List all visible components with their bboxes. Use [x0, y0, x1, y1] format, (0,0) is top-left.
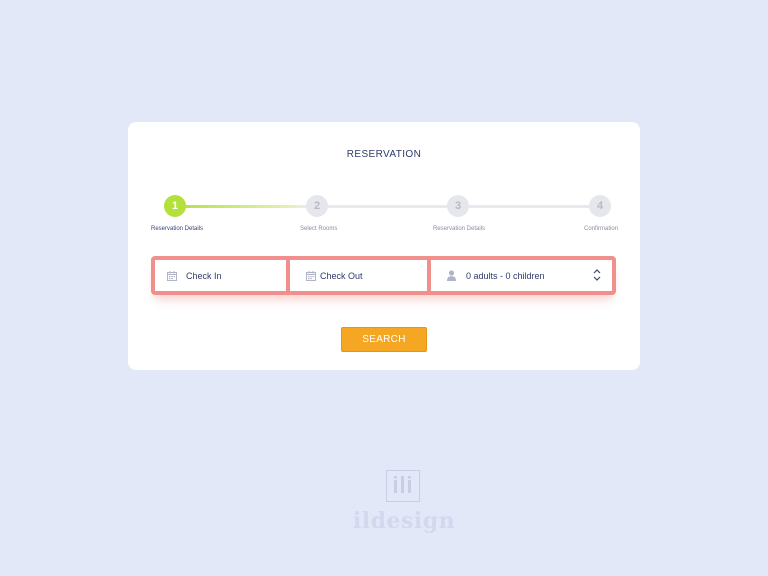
stepper-progress	[175, 205, 301, 208]
step-3-circle[interactable]: 3	[447, 195, 469, 217]
search-button[interactable]: SEARCH	[341, 327, 427, 352]
step-4-circle[interactable]: 4	[589, 195, 611, 217]
calendar-icon	[165, 269, 179, 283]
step-1-circle[interactable]: 1	[164, 195, 186, 217]
step-4-label: Confirmation	[584, 226, 619, 232]
page-title: RESERVATION	[346, 149, 422, 160]
check-in-field[interactable]: Check In	[155, 260, 286, 291]
step-3-label: Reservation Details	[433, 226, 486, 232]
logo-wordmark: ildesign	[352, 508, 456, 534]
reservation-form: Check In Check Out 0 adults - 0 children	[151, 256, 616, 295]
step-2-label: Select Rooms	[300, 226, 338, 232]
reservation-card: RESERVATION 1 2 3 4 Reservation Details …	[128, 122, 640, 370]
check-out-label: Check Out	[320, 270, 363, 281]
step-2-circle[interactable]: 2	[306, 195, 328, 217]
logo-mark	[386, 470, 420, 502]
check-out-field[interactable]: Check Out	[290, 260, 427, 291]
chevron-up-down-icon[interactable]	[592, 268, 602, 282]
step-1-label: Reservation Details	[151, 226, 204, 232]
calendar-icon	[304, 269, 318, 283]
guests-value: 0 adults - 0 children	[466, 270, 545, 281]
guests-select[interactable]: 0 adults - 0 children	[431, 260, 612, 291]
user-icon	[444, 269, 458, 283]
check-in-label: Check In	[186, 270, 222, 281]
